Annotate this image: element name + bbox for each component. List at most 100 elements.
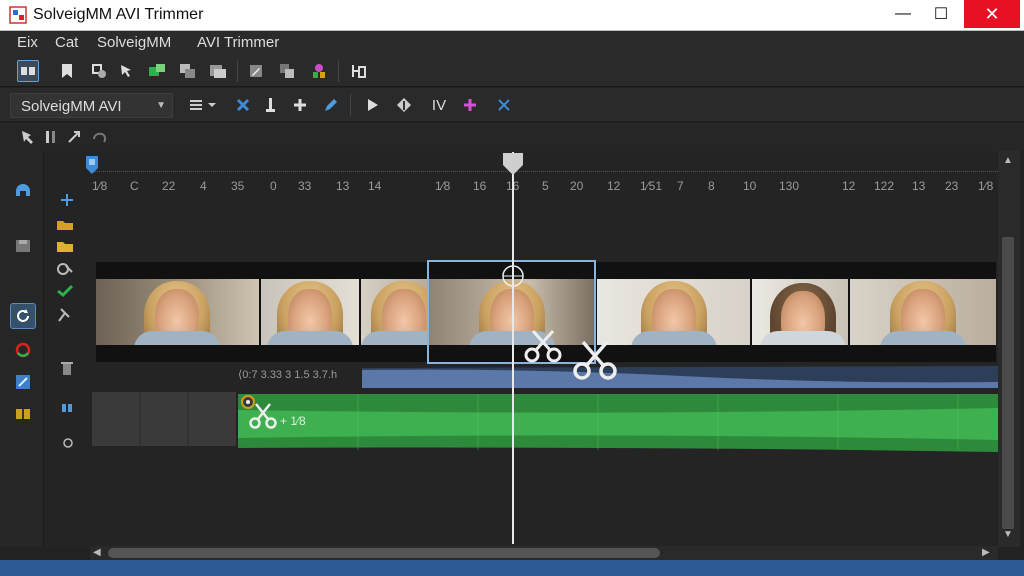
scissors-icon[interactable]	[571, 338, 619, 382]
add-segment-button[interactable]	[146, 60, 168, 82]
play-button[interactable]	[361, 94, 383, 116]
video-thumbnail[interactable]	[261, 279, 359, 345]
home-icon	[16, 184, 30, 196]
record-button[interactable]	[10, 337, 36, 363]
title-bar: SolveigMM AVI Trimmer — ☐ ✕	[0, 0, 1024, 31]
move-arrows-icon[interactable]	[58, 193, 76, 207]
transition-button[interactable]	[393, 94, 415, 116]
tick-label: 1⁄51	[640, 179, 663, 193]
video-thumbnail[interactable]	[597, 279, 750, 345]
folder-icon[interactable]	[56, 239, 74, 253]
edit-button[interactable]	[245, 60, 267, 82]
cursor-tool-button[interactable]	[116, 60, 138, 82]
ruler-ticks	[90, 160, 998, 172]
add-marker-button[interactable]	[459, 94, 481, 116]
split-icon	[352, 65, 366, 78]
grid-lines	[139, 392, 189, 446]
app-logo-icon	[9, 6, 27, 24]
track-info-text: ⟨0:7 3.33 3 1.5 3.7.h	[238, 369, 338, 381]
profile-dropdown-value: SolveigMM AVI	[21, 98, 122, 115]
tick-label: 12	[842, 179, 856, 193]
crop-button[interactable]	[10, 369, 36, 395]
pointer-icon	[22, 131, 33, 144]
layers-button[interactable]	[276, 60, 298, 82]
resize-tool-button[interactable]	[63, 126, 85, 148]
folder-open-icon[interactable]	[56, 217, 74, 231]
video-thumbnail[interactable]	[850, 279, 996, 345]
split-button[interactable]	[348, 60, 370, 82]
paste-button[interactable]	[207, 60, 229, 82]
undo-icon	[93, 132, 107, 143]
menu-item-eix[interactable]: Eix	[17, 34, 38, 51]
overlay-track[interactable]	[362, 364, 998, 388]
close-button[interactable]: ✕	[964, 0, 1020, 28]
scissors-icon[interactable]	[248, 402, 278, 430]
video-thumbnail[interactable]	[752, 279, 848, 345]
pen-icon	[325, 99, 337, 111]
check-icon[interactable]	[56, 283, 74, 297]
marker-button[interactable]	[88, 60, 110, 82]
film-button[interactable]	[10, 401, 36, 427]
vertical-scrollbar[interactable]: ▲ ▼	[998, 151, 1020, 547]
tick-label: 130	[779, 179, 800, 193]
marker-in-button[interactable]	[260, 94, 282, 116]
home-button[interactable]	[10, 177, 36, 203]
pen-button[interactable]	[320, 94, 342, 116]
scroll-right-icon[interactable]: ▶	[982, 547, 990, 558]
playhead-line[interactable]	[512, 152, 514, 544]
marker-in-icon	[266, 98, 275, 112]
scissors-icon[interactable]	[523, 328, 563, 364]
pointer-tool-button[interactable]	[17, 126, 39, 148]
list-icon	[190, 100, 216, 110]
empty-audio-region	[92, 392, 236, 446]
delete-button[interactable]	[232, 94, 254, 116]
video-thumbnail[interactable]	[96, 279, 259, 345]
profile-dropdown[interactable]: SolveigMM AVI ▼	[10, 93, 173, 118]
trim-tool-button[interactable]	[40, 126, 62, 148]
add-button[interactable]	[289, 94, 311, 116]
tick-label: 35	[231, 179, 245, 193]
menu-item-avi-trimmer[interactable]: AVI Trimmer	[197, 34, 279, 51]
horizontal-scroll-thumb[interactable]	[108, 548, 660, 558]
audio-point-icon[interactable]	[62, 437, 74, 449]
scroll-left-icon[interactable]: ◀	[93, 547, 101, 558]
tick-label: 12	[607, 179, 621, 193]
save-button[interactable]	[10, 233, 36, 259]
taskbar-strip	[0, 560, 1024, 576]
tick-label: 10	[743, 179, 757, 193]
pin-icon[interactable]	[56, 307, 74, 323]
tick-label: 1⁄8	[92, 179, 108, 193]
playhead-handle-icon[interactable]	[502, 152, 524, 176]
video-thumbnail[interactable]	[361, 279, 427, 345]
menu-bar: Eix Cat SolveigMM AVI Trimmer	[0, 31, 1024, 55]
tick-label: 5	[542, 179, 549, 193]
tick-label: 14	[368, 179, 382, 193]
marker-icon	[92, 64, 106, 78]
time-ruler[interactable]: 1⁄8 C 22 4 35 0 33 13 14 1⁄8 16 16 5 20 …	[90, 175, 998, 197]
plus-icon	[294, 99, 306, 111]
menu-item-cat[interactable]: Cat	[55, 34, 78, 51]
bookmark-button[interactable]	[56, 60, 78, 82]
list-menu-button[interactable]	[186, 94, 220, 116]
audio-track[interactable]	[238, 392, 998, 452]
refresh-button[interactable]	[10, 303, 36, 329]
trash-icon[interactable]	[60, 361, 74, 377]
undo-button[interactable]	[88, 126, 110, 148]
horizontal-scrollbar[interactable]: ◀ ▶	[90, 546, 998, 560]
copy-button[interactable]	[177, 60, 199, 82]
tick-label: 23	[945, 179, 959, 193]
audio-link-icon[interactable]	[60, 401, 74, 415]
scroll-down-icon[interactable]: ▼	[1003, 529, 1013, 540]
select-tool-button[interactable]	[17, 60, 39, 82]
effects-button[interactable]	[308, 60, 330, 82]
maximize-button[interactable]: ☐	[918, 0, 964, 28]
window-title: SolveigMM AVI Trimmer	[33, 6, 204, 23]
record-icon	[15, 342, 31, 358]
iv-button[interactable]: IV	[426, 94, 452, 116]
vertical-scroll-thumb[interactable]	[1002, 237, 1014, 529]
link-icon[interactable]	[56, 261, 74, 277]
start-marker-icon[interactable]	[84, 154, 102, 176]
scroll-up-icon[interactable]: ▲	[1003, 155, 1013, 166]
remove-marker-button[interactable]	[493, 94, 515, 116]
menu-item-solveigmm[interactable]: SolveigMM	[97, 34, 171, 51]
